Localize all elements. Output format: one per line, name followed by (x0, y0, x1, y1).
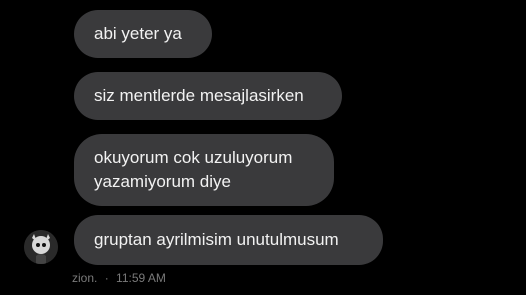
message-text-line: yazamiyorum diye (94, 172, 231, 191)
message-bubble[interactable]: siz mentlerde mesajlasirken (74, 72, 342, 120)
message-text: abi yeter ya (94, 24, 182, 43)
message-text: gruptan ayrilmisim unutulmusum (94, 230, 339, 249)
message-bubble[interactable]: abi yeter ya (74, 10, 212, 58)
message-meta: zion. · 11:59 AM (72, 271, 170, 285)
user-avatar-icon[interactable] (24, 230, 58, 264)
meta-separator: · (104, 271, 109, 285)
message-text: siz mentlerde mesajlasirken (94, 86, 304, 105)
message-bubble[interactable]: gruptan ayrilmisim unutulmusum (74, 215, 383, 265)
message-bubble[interactable]: okuyorum cok uzuluyorum yazamiyorum diye (74, 134, 334, 206)
sender-name[interactable]: zion. (72, 271, 97, 285)
chat-thread: abi yeter ya siz mentlerde mesajlasirken… (0, 0, 526, 295)
message-text-line: okuyorum cok uzuluyorum (94, 148, 293, 167)
message-timestamp: 11:59 AM (116, 271, 166, 285)
